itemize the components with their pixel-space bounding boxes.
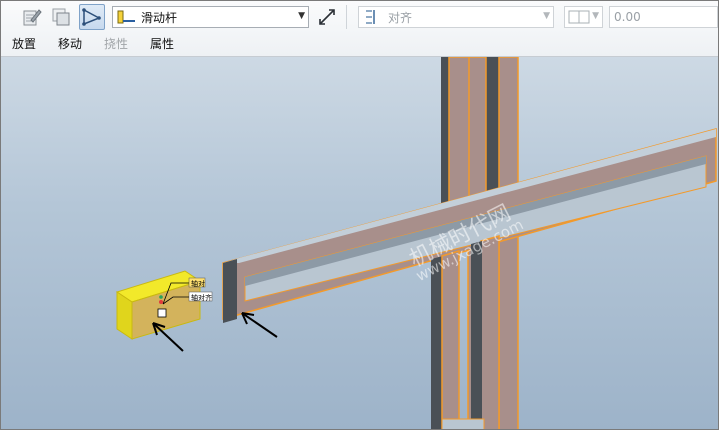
edit-definition-icon bbox=[23, 9, 42, 26]
offset-value-input[interactable]: 0.00 bbox=[609, 6, 718, 28]
pointer-arrowhead-2 bbox=[241, 312, 255, 325]
constraint-type-value: 对齐 bbox=[388, 10, 413, 25]
axis-label-1: 轴对 bbox=[191, 279, 205, 288]
connection-type-value: 滑动杆 bbox=[141, 10, 178, 25]
dashboard-tabs: 放置 移动 挠性 属性 bbox=[1, 34, 185, 54]
tab-properties[interactable]: 属性 bbox=[139, 34, 185, 54]
lower-post-side-2 bbox=[471, 241, 482, 429]
lower-post-face-2 bbox=[480, 235, 500, 429]
curve-tool-icon bbox=[82, 8, 101, 26]
copy-icon bbox=[52, 8, 70, 26]
slider-connection-icon bbox=[117, 10, 135, 24]
post-left-face bbox=[448, 57, 470, 208]
offset-value: 0.00 bbox=[614, 10, 641, 24]
orientation-select[interactable]: ▼ bbox=[564, 6, 603, 28]
pointer-arrow-2 bbox=[241, 312, 278, 338]
edit-definition-button[interactable] bbox=[19, 4, 45, 30]
orientation-icon bbox=[568, 10, 590, 24]
origin-point bbox=[159, 300, 163, 304]
axis-point bbox=[159, 295, 163, 299]
lower-post-face bbox=[441, 249, 460, 429]
toolbar-divider bbox=[346, 5, 347, 29]
copy-button[interactable] bbox=[48, 4, 74, 30]
app-window: 滑动杆 ▼ 对齐 ▼ ▼ 0.00 放置 移动 挠性 属性 轴对 轴对齐 机械时… bbox=[0, 0, 719, 430]
assembly-dashboard: 滑动杆 ▼ 对齐 ▼ ▼ 0.00 放置 移动 挠性 属性 bbox=[1, 1, 718, 57]
connection-marker bbox=[157, 308, 167, 318]
chevron-down-icon: ▼ bbox=[298, 11, 305, 21]
tab-flexibility[interactable]: 挠性 bbox=[93, 34, 139, 54]
lower-post-side bbox=[431, 256, 443, 429]
flip-icon bbox=[319, 9, 335, 25]
chevron-down-icon: ▼ bbox=[543, 11, 550, 21]
flip-button[interactable] bbox=[314, 4, 340, 30]
crossbar-end bbox=[223, 259, 237, 323]
curve-tool-button[interactable] bbox=[79, 4, 105, 30]
tab-move[interactable]: 移动 bbox=[47, 34, 93, 54]
tab-placement[interactable]: 放置 bbox=[1, 34, 47, 54]
graphics-viewport[interactable]: 轴对 轴对齐 机械时代网 www.jxage.com bbox=[1, 57, 718, 429]
chevron-down-icon: ▼ bbox=[592, 11, 599, 21]
model-canvas: 轴对 轴对齐 bbox=[115, 57, 717, 429]
lower-post-slot bbox=[441, 418, 485, 429]
axis-label-2: 轴对齐 bbox=[191, 293, 212, 302]
constraint-type-select[interactable]: 对齐 ▼ bbox=[358, 6, 554, 28]
align-constraint-icon bbox=[366, 10, 375, 24]
connection-type-select[interactable]: 滑动杆 ▼ bbox=[112, 6, 309, 28]
